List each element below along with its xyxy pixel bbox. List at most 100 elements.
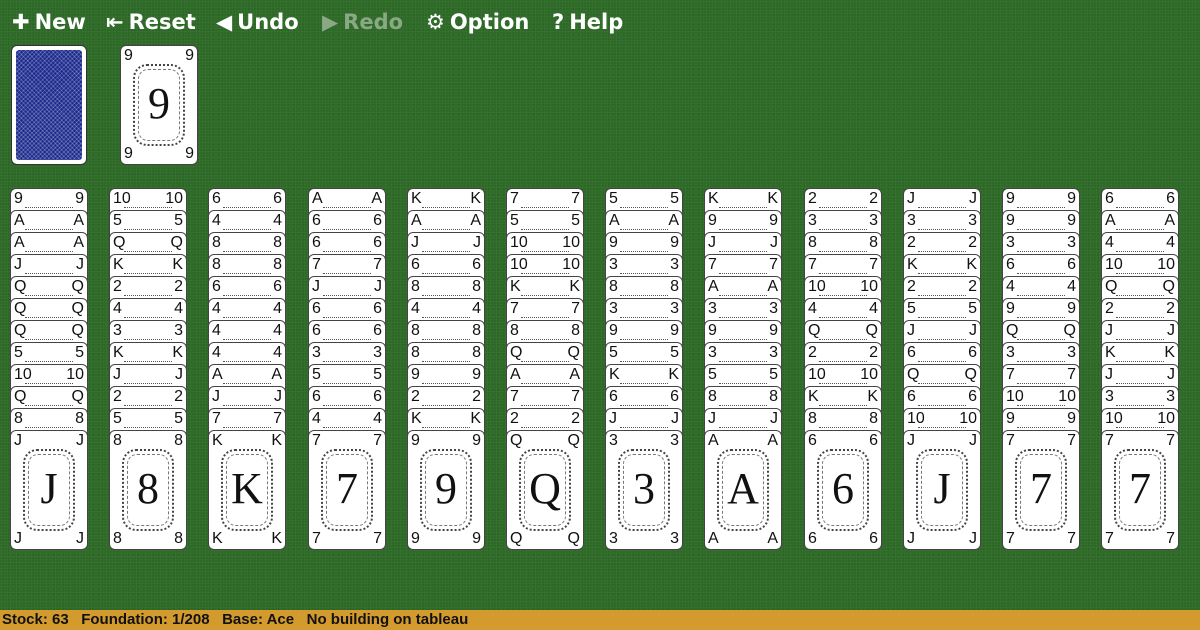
card-rank-corner: 3 [1006, 234, 1015, 251]
card-rank-corner: 5 [113, 212, 122, 229]
card-scroll-ornament [521, 259, 569, 274]
card-rank-corner: A [14, 212, 25, 229]
card-rank-corner: 7 [373, 530, 382, 547]
card-rank-corner: 9 [609, 322, 618, 339]
undo-button[interactable]: ◀ Undo [216, 8, 299, 36]
card[interactable]: 77777 [1002, 430, 1080, 550]
card-rank-corner: K [808, 388, 819, 405]
card-scroll-ornament [1116, 325, 1164, 340]
card-scroll-ornament [124, 325, 172, 340]
card-rank-corner: 8 [609, 278, 618, 295]
card-rank-corner: 5 [571, 212, 580, 229]
card[interactable]: 88888 [109, 430, 187, 550]
foundation-count: 1/208 [172, 611, 210, 628]
card-scroll-ornament [1017, 347, 1065, 362]
help-button[interactable]: ? Help [552, 8, 623, 36]
card-scroll-ornament [918, 281, 966, 296]
card-rank-corner: 4 [113, 300, 122, 317]
card-rank-corner: 6 [411, 256, 420, 273]
card-scroll-ornament [124, 413, 172, 428]
card-rank-corner: 9 [670, 322, 679, 339]
card-scroll-ornament [223, 303, 271, 318]
card-rank-corner: Q [865, 322, 878, 339]
card-rank-corner: Q [567, 432, 580, 449]
card-rank-corner: 5 [113, 410, 122, 427]
card[interactable]: 77777 [308, 430, 386, 550]
card-scroll-ornament [223, 237, 271, 252]
card[interactable]: 77777 [1101, 430, 1179, 550]
card-scroll-ornament [1116, 237, 1164, 252]
card-scroll-ornament [918, 303, 966, 318]
card-rank-corner: 7 [373, 256, 382, 273]
card-scroll-ornament [1116, 347, 1164, 362]
card-rank-corner: J [274, 388, 282, 405]
card[interactable]: AAAAA [704, 430, 782, 550]
card-rank-corner: 7 [510, 190, 519, 207]
card-rank-corner: 7 [1006, 366, 1015, 383]
card-rank-corner: 6 [472, 256, 481, 273]
card-rank-corner: 4 [1166, 234, 1175, 251]
card-scroll-ornament [521, 369, 569, 384]
card-scroll-ornament [719, 303, 767, 318]
reset-button[interactable]: ⇤ Reset [106, 8, 196, 36]
waste-card[interactable]: 99999 [120, 45, 198, 165]
card-scroll-ornament [323, 413, 371, 428]
card-rank-corner: 6 [312, 212, 321, 229]
card-rank-corner: A [271, 366, 282, 383]
card-rank-corner: J [907, 322, 915, 339]
card-rank-corner: 5 [510, 212, 519, 229]
card-rank-corner: 6 [968, 344, 977, 361]
card-scroll-ornament [25, 193, 73, 208]
card-rank-corner: 3 [1067, 234, 1076, 251]
card-scroll-ornament [323, 215, 371, 230]
stock-pile[interactable] [11, 45, 87, 165]
card-rank-corner: 6 [1166, 190, 1175, 207]
card-rank-corner: 7 [373, 432, 382, 449]
card-rank-corner: 6 [273, 190, 282, 207]
card[interactable]: J J J J J [903, 430, 981, 550]
card-scroll-ornament [819, 215, 867, 230]
card-rank-corner: 3 [174, 322, 183, 339]
card-rank-corner: 6 [869, 432, 878, 449]
card[interactable]: QQQQQ [506, 430, 584, 550]
card-rank-corner: 2 [113, 388, 122, 405]
card-scroll-ornament [323, 281, 371, 296]
card-scroll-ornament [1116, 303, 1164, 318]
card-rank-corner: 2 [1166, 300, 1175, 317]
card-scroll-ornament [819, 347, 867, 362]
card[interactable]: KKKKK [208, 430, 286, 550]
card-rank-corner: K [271, 432, 282, 449]
card-rank-corner: 3 [869, 212, 878, 229]
card-rank-corner: J [708, 234, 716, 251]
option-button[interactable]: ⚙ Option [426, 8, 529, 36]
card-scroll-ornament [719, 391, 767, 406]
card-rank-corner: J [671, 410, 679, 427]
card-scroll-ornament [521, 281, 569, 296]
card-rank-corner: 6 [968, 388, 977, 405]
card-rank-corner: 2 [907, 234, 916, 251]
card-scroll-ornament [918, 369, 966, 384]
card[interactable]: J J J J J [10, 430, 88, 550]
card-rank-corner: 7 [808, 256, 817, 273]
card-rank-corner: 3 [968, 212, 977, 229]
card-rank-corner: 3 [670, 256, 679, 273]
card-rank-corner: J [212, 388, 220, 405]
card-scroll-ornament [422, 281, 470, 296]
card-rank-center: 7 [336, 464, 358, 513]
card-rank-corner: 4 [273, 300, 282, 317]
card-scroll-ornament [25, 303, 73, 318]
card-rank-corner: 8 [174, 530, 183, 547]
new-button[interactable]: ✚ New [12, 8, 86, 36]
card-rank-corner: 4 [212, 212, 221, 229]
stock-count: 63 [52, 611, 69, 628]
card-rank-corner: Q [71, 322, 84, 339]
card[interactable]: 66666 [804, 430, 882, 550]
card-rank-corner: 4 [1105, 234, 1114, 251]
card-rank-corner: A [708, 530, 719, 547]
card-rank-corner: 3 [907, 212, 916, 229]
card-rank-corner: 9 [411, 530, 420, 547]
base-label: Base: [222, 611, 263, 628]
card-scroll-ornament [1116, 413, 1164, 428]
card[interactable]: 99999 [407, 430, 485, 550]
card[interactable]: 33333 [605, 430, 683, 550]
